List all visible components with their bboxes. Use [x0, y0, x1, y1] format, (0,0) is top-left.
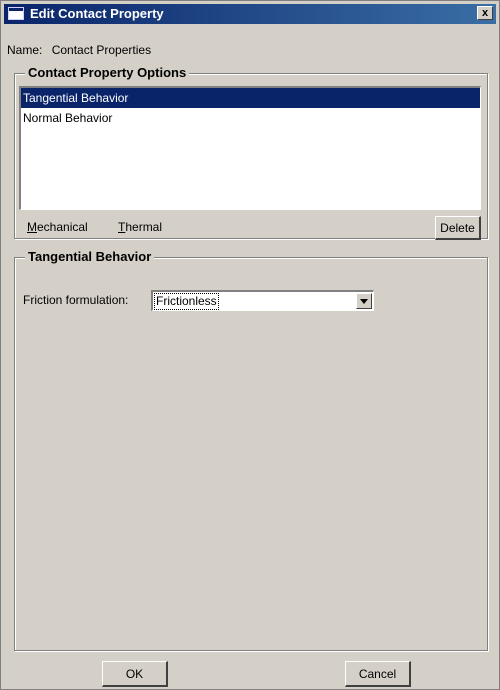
tangential-behavior-title: Tangential Behavior [25, 249, 155, 264]
list-item-tangential-behavior[interactable]: Tangential Behavior [21, 88, 480, 108]
thermal-menu[interactable]: Thermal [118, 220, 162, 234]
thermal-label: hermal [125, 220, 163, 234]
mechanical-mnemonic: M [27, 220, 37, 234]
mechanical-menu[interactable]: Mechanical [27, 220, 88, 234]
name-row: Name: Contact Properties [7, 43, 151, 57]
name-value: Contact Properties [51, 43, 152, 57]
window-icon [8, 7, 24, 20]
list-item-normal-behavior[interactable]: Normal Behavior [21, 108, 480, 128]
friction-formulation-select[interactable]: Frictionless [151, 290, 374, 311]
mechanical-label: echanical [37, 220, 88, 234]
list-item-label: Tangential Behavior [23, 91, 129, 105]
delete-button[interactable]: Delete [435, 216, 481, 240]
chevron-down-icon[interactable] [356, 293, 372, 309]
contact-property-options-group: Contact Property Options Tangential Beha… [14, 65, 488, 240]
close-button[interactable]: x [477, 6, 493, 20]
friction-formulation-label: Friction formulation: [23, 293, 129, 307]
list-item-label: Normal Behavior [23, 111, 113, 125]
cancel-button[interactable]: Cancel [345, 661, 411, 687]
name-label: Name: [7, 43, 43, 57]
edit-contact-property-dialog: Edit Contact Property x Name: Contact Pr… [0, 0, 500, 690]
title-bar[interactable]: Edit Contact Property x [4, 4, 496, 24]
behavior-listbox[interactable]: Tangential Behavior Normal Behavior [19, 86, 481, 210]
tangential-behavior-group: Tangential Behavior Friction formulation… [14, 249, 488, 651]
friction-formulation-value: Frictionless [154, 293, 219, 310]
contact-property-options-title: Contact Property Options [25, 65, 190, 80]
ok-button[interactable]: OK [102, 661, 168, 687]
window-title: Edit Contact Property [30, 6, 164, 21]
options-menubar: Mechanical Thermal Delete [19, 216, 481, 240]
